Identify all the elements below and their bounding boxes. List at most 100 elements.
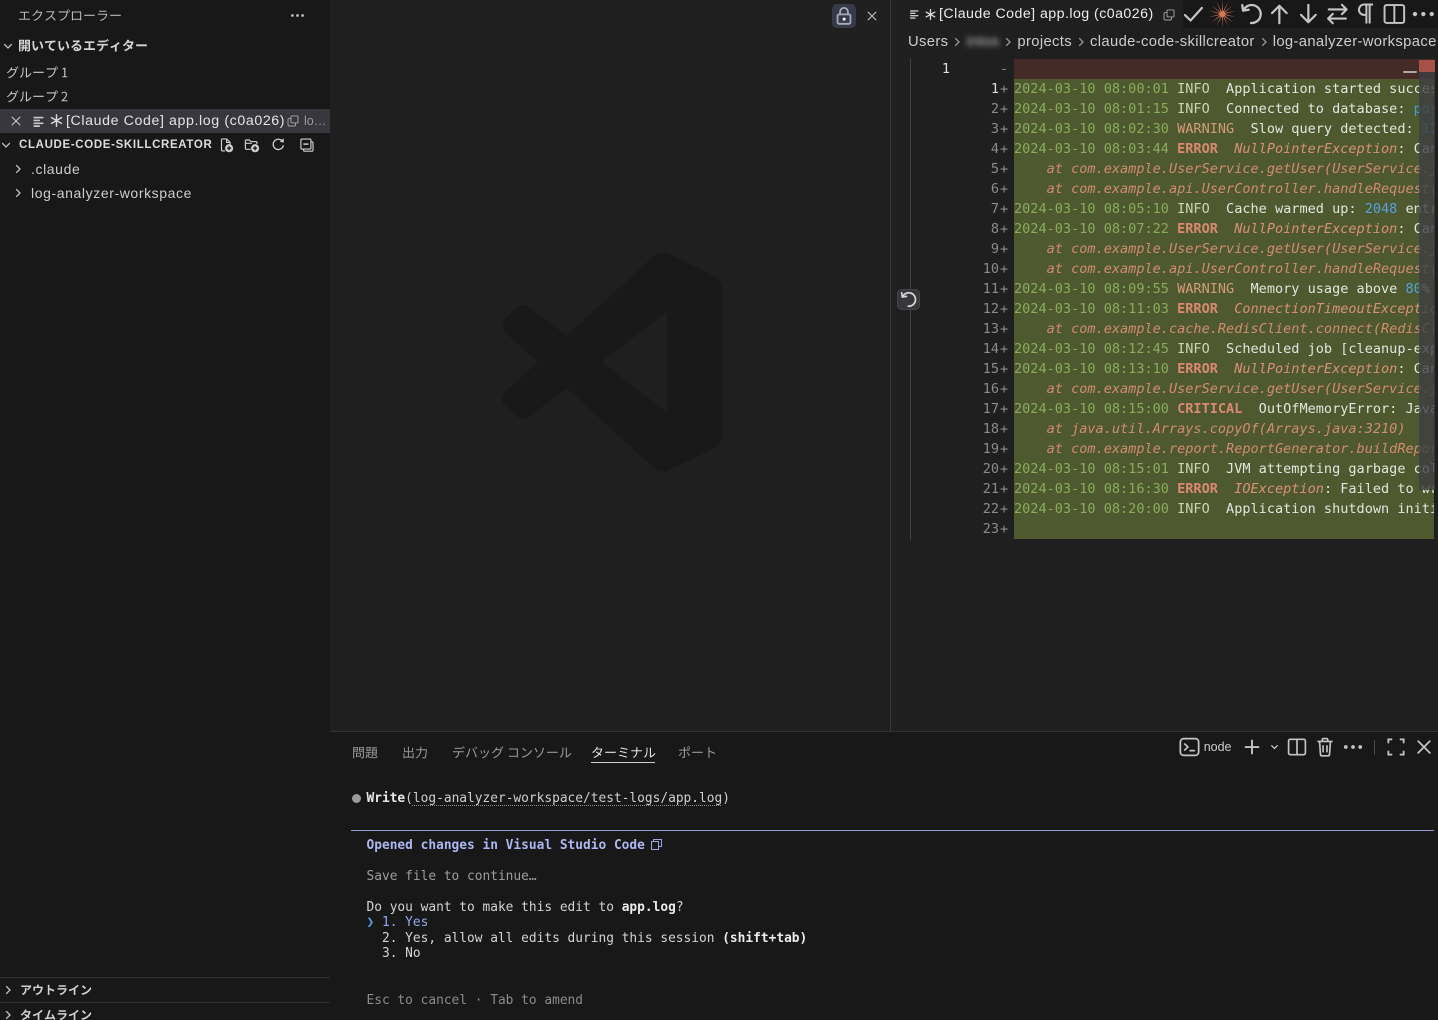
editor-scrollbar[interactable] [1419, 72, 1435, 490]
collapse-folders-button[interactable] [299, 137, 315, 153]
diff-line-content: at com.example.report.ReportGenerator.bu… [1014, 439, 1434, 459]
open-editor-item-selected[interactable]: [Claude Code] app.log (c0a026) lo… [0, 109, 330, 133]
modified-line-number: 23 [950, 519, 999, 539]
open-editors-section-header[interactable] [0, 34, 330, 58]
render-whitespace-button[interactable] [1351, 0, 1380, 28]
more-actions-button[interactable] [1409, 0, 1438, 28]
diff-added-line[interactable]: 8+2024-03-10 08:07:22 ERROR NullPointerE… [891, 219, 1438, 239]
diff-line-content: 2024-03-10 08:16:30 ERROR IOException: F… [1014, 479, 1434, 499]
diff-added-line[interactable]: 13+ at com.example.cache.RedisClient.con… [891, 319, 1438, 339]
breadcrumb-item[interactable]: claude-code-skillcreator [1090, 34, 1255, 50]
refresh-explorer-button[interactable] [270, 137, 286, 153]
diff-added-line[interactable]: 14+2024-03-10 08:12:45 INFO Scheduled jo… [891, 339, 1438, 359]
diff-added-line[interactable]: 4+2024-03-10 08:03:44 ERROR NullPointerE… [891, 139, 1438, 159]
diff-added-line[interactable]: 15+2024-03-10 08:13:10 ERROR NullPointer… [891, 359, 1438, 379]
diff-sign: + [1000, 499, 1015, 519]
diff-added-line[interactable]: 5+ at com.example.UserService.getUser(Us… [891, 159, 1438, 179]
diff-sign: + [1000, 159, 1015, 179]
modified-line-number: 7 [950, 199, 999, 219]
tab-label: [Claude Code] app.log (c0a026) [939, 0, 1154, 28]
diff-added-line[interactable]: 21+2024-03-10 08:16:30 ERROR IOException… [891, 479, 1438, 499]
diff-added-line[interactable]: 22+2024-03-10 08:20:00 INFO Application … [891, 499, 1438, 519]
locked-group-button[interactable] [832, 4, 856, 28]
diff-added-line[interactable]: 18+ at java.util.Arrays.copyOf(Arrays.ja… [891, 419, 1438, 439]
close-group-button[interactable] [864, 8, 880, 24]
breadcrumb-item[interactable]: projects [1017, 34, 1072, 50]
diff-sign: + [1000, 219, 1015, 239]
panel-tab-debug-console[interactable] [452, 745, 572, 761]
tab-claude-code-app-log[interactable]: [Claude Code] app.log (c0a026) [891, 0, 1183, 28]
diff-added-line[interactable]: 3+2024-03-10 08:02:30 WARNING Slow query… [891, 119, 1438, 139]
copy-icon [1162, 8, 1176, 22]
toggle-inline-view-button[interactable] [1323, 0, 1352, 28]
revert-icon [898, 289, 919, 310]
diff-added-line[interactable]: 9+ at com.example.UserService.getUser(Us… [891, 239, 1438, 259]
diff-added-line[interactable]: 11+2024-03-10 08:09:55 WARNING Memory us… [891, 279, 1438, 299]
diff-added-line[interactable]: 7+2024-03-10 08:05:10 INFO Cache warmed … [891, 199, 1438, 219]
diff-sign: + [1000, 399, 1015, 419]
diff-sign: + [1000, 199, 1015, 219]
panel-tab-terminal[interactable] [591, 745, 656, 761]
close-editor-icon[interactable] [8, 113, 24, 129]
diff-added-line[interactable]: 23+ [891, 519, 1438, 539]
tree-item-log-analyzer-workspace-folder[interactable]: log-analyzer-workspace [0, 181, 330, 205]
panel-tab-output[interactable] [402, 745, 428, 761]
terminal-dropdown-chevron[interactable] [1266, 735, 1283, 759]
terminal-line: 3. No [351, 946, 1436, 962]
kill-terminal-button[interactable] [1311, 735, 1339, 759]
modified-line-number: 16 [950, 379, 999, 399]
breadcrumb-item[interactable]: intos [966, 34, 999, 50]
panel-tab-problems[interactable] [352, 745, 378, 761]
previous-change-button[interactable] [1265, 0, 1294, 28]
diff-added-line[interactable]: 19+ at com.example.report.ReportGenerato… [891, 439, 1438, 459]
keep-changes-button[interactable] [1179, 0, 1208, 28]
new-folder-button[interactable] [244, 137, 260, 153]
diff-added-line[interactable]: 17+2024-03-10 08:15:00 CRITICAL OutOfMem… [891, 399, 1438, 419]
breadcrumb-item[interactable]: Users [908, 34, 948, 50]
diff-added-line[interactable]: 10+ at com.example.api.UserController.ha… [891, 259, 1438, 279]
tool-call-bullet [352, 794, 361, 803]
terminal-line: 2. Yes, allow all edits during this sess… [351, 931, 1436, 947]
diff-added-line[interactable]: 20+2024-03-10 08:15:01 INFO JVM attempti… [891, 459, 1438, 479]
diff-sign: + [1000, 279, 1015, 299]
outline-section-header[interactable] [0, 977, 330, 1002]
maximize-panel-button[interactable] [1382, 735, 1410, 759]
diff-added-line[interactable]: 16+ at com.example.UserService.getUser(U… [891, 379, 1438, 399]
breadcrumb-item[interactable]: log-analyzer-workspace [1273, 34, 1437, 50]
sidebar-more-actions-button[interactable] [289, 7, 306, 24]
timeline-section-header[interactable] [0, 1002, 330, 1020]
panel-tab-ports[interactable] [678, 745, 717, 761]
split-terminal-button[interactable] [1283, 735, 1311, 759]
chevron-right-icon [0, 1007, 16, 1020]
tree-item-claude-folder[interactable]: .claude [0, 157, 330, 181]
panel-more-actions-button[interactable] [1339, 735, 1367, 759]
diff-sign: + [1000, 459, 1015, 479]
diff-added-line[interactable]: 12+2024-03-10 08:11:03 ERROR ConnectionT… [891, 299, 1438, 319]
revert-block-button[interactable] [897, 289, 920, 310]
diff-removed-line[interactable]: 1- [891, 59, 1438, 79]
open-in-vscode-icon [651, 839, 662, 850]
diff-added-line[interactable]: 6+ at com.example.api.UserController.han… [891, 179, 1438, 199]
workspace-section-header[interactable]: CLAUDE-CODE-SKILLCREATOR [0, 133, 330, 157]
new-terminal-button[interactable] [1238, 735, 1266, 759]
editor-group-1-row[interactable] [0, 61, 330, 85]
diff-line-content: 2024-03-10 08:12:45 INFO Scheduled job [… [1014, 339, 1434, 359]
split-editor-button[interactable] [1380, 0, 1409, 28]
diff-added-line[interactable]: 1+2024-03-10 08:00:01 INFO Application s… [891, 79, 1438, 99]
close-panel-button[interactable] [1410, 735, 1438, 759]
terminal-view[interactable]: Write(log-analyzer-workspace/test-logs/a… [351, 791, 1436, 1008]
new-file-button[interactable] [218, 137, 234, 153]
diff-added-line[interactable]: 2+2024-03-10 08:01:15 INFO Connected to … [891, 99, 1438, 119]
chevron-right-icon [10, 161, 26, 177]
discard-changes-button[interactable] [1237, 0, 1266, 28]
modified-line-number: 14 [950, 339, 999, 359]
terminal-shell-label: node [1204, 740, 1232, 754]
editor-group-2-row[interactable] [0, 85, 330, 109]
claude-starburst-button[interactable] [1208, 0, 1237, 28]
diff-editor: 1-1+2024-03-10 08:00:01 INFO Application… [891, 59, 1438, 731]
diff-line-content: 2024-03-10 08:01:15 INFO Connected to da… [1014, 99, 1434, 119]
diff-line-content: 2024-03-10 08:15:00 CRITICAL OutOfMemory… [1014, 399, 1434, 419]
copy-icon [286, 114, 300, 128]
breadcrumb[interactable]: Users intos projects claude-code-skillcreat… [908, 28, 1437, 55]
next-change-button[interactable] [1294, 0, 1323, 28]
